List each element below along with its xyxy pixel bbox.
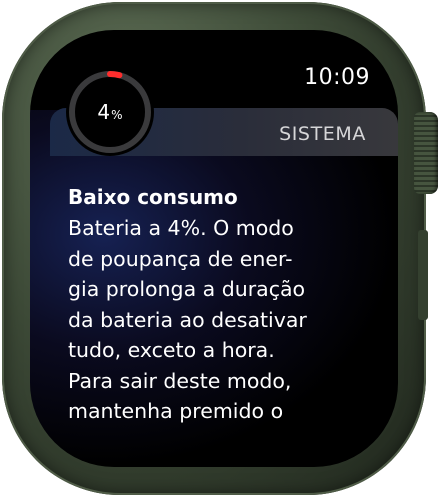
notification-body-line: Bateria a 4%. O modo	[68, 216, 294, 240]
notification-body-line: da bateria ao desativar	[68, 307, 307, 332]
battery-value: 4	[97, 100, 111, 124]
side-button[interactable]	[418, 230, 428, 320]
notification-body-line: mantenha premido o	[68, 399, 284, 423]
battery-unit: %	[111, 107, 123, 122]
notification-app-name: SISTEMA	[279, 123, 366, 145]
notification-body-line: de poupança de ener-	[68, 246, 293, 271]
clock-time: 10:09	[304, 65, 370, 90]
digital-crown[interactable]	[414, 112, 438, 194]
notification-title: Baixo consumo	[68, 185, 238, 209]
watch-screenshot: 10:09 SISTEMA 4% Baixo consumo Bateria a…	[0, 0, 439, 497]
battery-ring: 4%	[66, 68, 154, 156]
notification-body-line: gia prolonga a duração	[68, 277, 306, 301]
watch-screen: 10:09 SISTEMA 4% Baixo consumo Bateria a…	[30, 30, 398, 467]
battery-percentage: 4%	[66, 68, 154, 156]
notification-body-line: Para sair deste modo,	[68, 368, 292, 393]
notification-message[interactable]: Baixo consumo Bateria a 4%. O modo de po…	[68, 182, 398, 427]
notification-body-line: tudo, exceto a hora.	[68, 338, 275, 362]
